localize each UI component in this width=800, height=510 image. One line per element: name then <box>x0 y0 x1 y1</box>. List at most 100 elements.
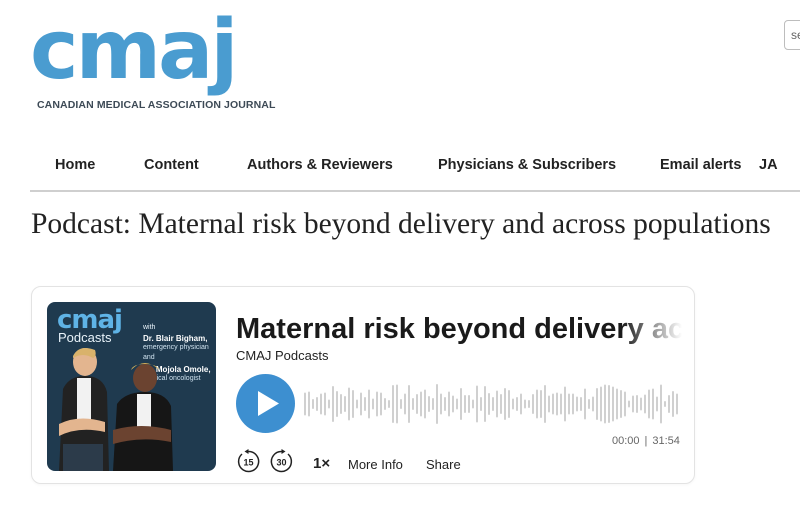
waveform-bar <box>356 399 358 409</box>
duration: 31:54 <box>652 435 680 447</box>
waveform-bar <box>324 392 326 416</box>
waveform-bar <box>332 386 334 422</box>
waveform-bar <box>612 386 614 422</box>
waveform-bar <box>416 394 418 414</box>
waveform-bar <box>540 390 542 418</box>
share-button[interactable]: Share <box>426 457 461 472</box>
waveform-bar <box>556 392 558 416</box>
nav-item-email-alerts[interactable]: Email alerts <box>660 157 741 173</box>
waveform-bar <box>552 393 554 415</box>
waveform-bar <box>664 401 666 407</box>
forward-label: 30 <box>276 458 286 468</box>
page-title: Podcast: Maternal risk beyond delivery a… <box>31 208 771 240</box>
forward-30-icon[interactable]: 30 <box>269 449 294 474</box>
podcast-cover-art: cmaj Podcasts with Dr. Blair Bigham, eme… <box>47 302 216 471</box>
play-button[interactable] <box>236 374 295 433</box>
waveform-bar <box>464 395 466 413</box>
time-separator: | <box>644 435 648 447</box>
waveform-bar <box>632 395 634 413</box>
waveform-bar <box>440 393 442 415</box>
waveform-bar <box>352 390 354 418</box>
audio-waveform[interactable] <box>304 379 682 429</box>
waveform-bar <box>564 386 566 422</box>
search-input[interactable]: se <box>784 20 800 50</box>
waveform-bar <box>544 385 546 423</box>
waveform-bar <box>520 393 522 415</box>
waveform-bar <box>572 393 574 415</box>
cover-label: Podcasts <box>58 330 112 345</box>
cover-host-1: Dr. Blair Bigham, <box>143 334 208 343</box>
waveform-bar <box>408 385 410 423</box>
nav-item-authors-reviewers[interactable]: Authors & Reviewers <box>247 157 393 173</box>
waveform-bar <box>468 395 470 413</box>
waveform-bar <box>516 397 518 411</box>
waveform-bar <box>560 393 562 415</box>
waveform-bar <box>472 399 474 409</box>
more-info-button[interactable]: More Info <box>348 457 403 472</box>
waveform-bar <box>480 397 482 411</box>
time-display: 00:00 | 31:54 <box>612 435 680 447</box>
nav-item-home[interactable]: Home <box>55 157 95 173</box>
waveform-bar <box>364 397 366 411</box>
nav-item-content[interactable]: Content <box>144 157 199 173</box>
waveform-bar <box>640 397 642 411</box>
waveform-bar <box>672 391 674 417</box>
waveform-bar <box>328 399 330 409</box>
site-logo[interactable]: cmaj CANADIAN MEDICAL ASSOCIATION JOURNA… <box>30 10 302 124</box>
waveform-bar <box>424 389 426 419</box>
waveform-bar <box>376 391 378 417</box>
rewind-15-icon[interactable]: 15 <box>236 449 261 474</box>
waveform-bar <box>400 399 402 409</box>
waveform-bar <box>384 398 386 410</box>
waveform-bar <box>368 389 370 419</box>
waveform-bar <box>528 400 530 408</box>
waveform-bar <box>396 384 398 424</box>
waveform-bar <box>532 394 534 414</box>
episode-title-container: Maternal risk beyond delivery across pop… <box>236 309 682 349</box>
main-nav: Home Content Authors & Reviewers Physici… <box>30 152 800 192</box>
waveform-bar <box>340 394 342 414</box>
waveform-bar <box>656 396 658 412</box>
waveform-bar <box>676 393 678 415</box>
host-2-photo <box>113 363 173 471</box>
waveform-bar <box>524 399 526 409</box>
waveform-bar <box>432 398 434 410</box>
waveform-bar <box>592 396 594 412</box>
title-fade <box>622 309 682 349</box>
waveform-bar <box>636 395 638 413</box>
host-1-photo <box>59 348 109 471</box>
waveform-bar <box>372 398 374 410</box>
waveform-bar <box>452 395 454 413</box>
waveform-bar <box>412 398 414 410</box>
show-name[interactable]: CMAJ Podcasts <box>236 348 328 363</box>
waveform-bar <box>484 386 486 422</box>
waveform-bar <box>576 396 578 412</box>
waveform-bar <box>628 400 630 408</box>
rewind-label: 15 <box>243 458 253 468</box>
waveform-bar <box>460 388 462 420</box>
waveform-bar <box>600 386 602 422</box>
waveform-bar <box>348 387 350 421</box>
waveform-bar <box>504 388 506 420</box>
waveform-bar <box>660 384 662 424</box>
waveform-bar <box>320 393 322 415</box>
waveform-bar <box>608 385 610 423</box>
waveform-bar <box>624 391 626 417</box>
waveform-bar <box>360 392 362 416</box>
nav-item-ja[interactable]: JA <box>759 157 778 173</box>
waveform-bar <box>380 392 382 416</box>
waveform-bar <box>536 389 538 419</box>
waveform-bar <box>604 384 606 424</box>
waveform-bar <box>308 391 310 417</box>
waveform-bar <box>316 397 318 411</box>
nav-item-physicians-subscribers[interactable]: Physicians & Subscribers <box>438 157 616 173</box>
waveform-bar <box>336 391 338 417</box>
waveform-bar <box>512 398 514 410</box>
waveform-bar <box>648 389 650 419</box>
play-icon <box>258 391 279 416</box>
playback-speed-button[interactable]: 1× <box>313 455 330 472</box>
waveform-bar <box>596 388 598 420</box>
waveform-bar <box>444 397 446 411</box>
waveform-bar <box>456 398 458 410</box>
waveform-bar <box>616 388 618 420</box>
